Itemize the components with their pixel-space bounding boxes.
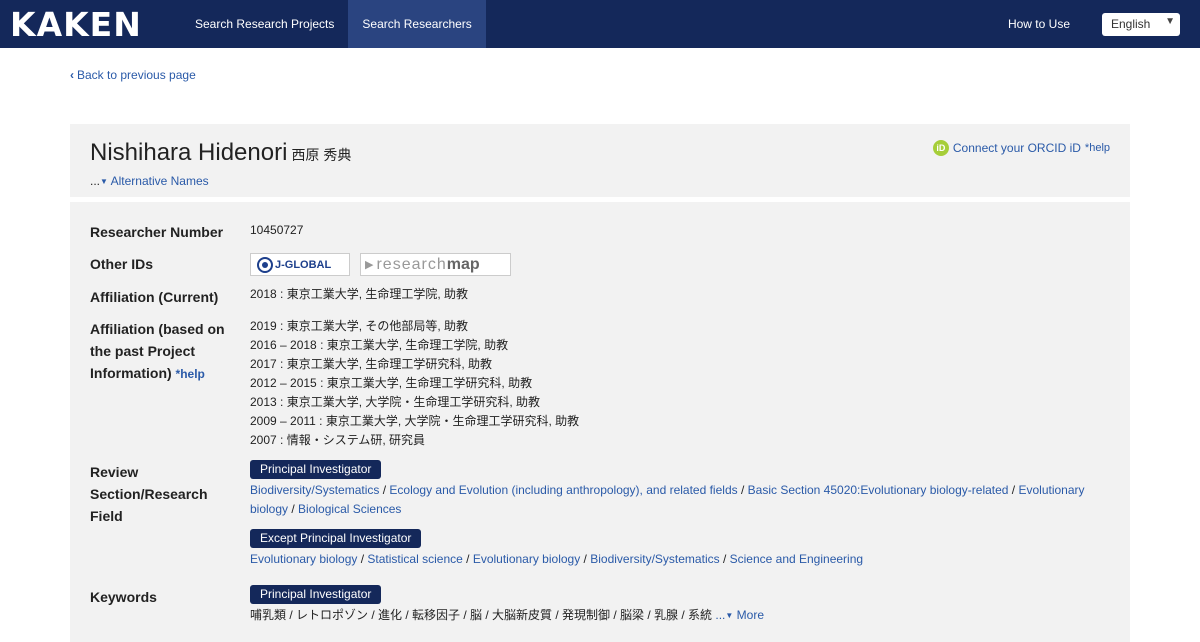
keywords-label: Keywords (90, 589, 157, 605)
researchmap-logo-text-a: research (376, 255, 447, 273)
play-icon: ▶ (365, 259, 375, 271)
chevron-down-icon: ▼ (1165, 15, 1175, 27)
chevron-left-icon: ‹ (70, 68, 74, 82)
affiliation-current-value: 2018 : 東京工業大学, 生命理工学院, 助教 (250, 287, 469, 301)
field-link[interactable]: Basic Section 45020:Evolutionary biology… (748, 483, 1009, 497)
except-pi-field-list: Evolutionary biology / Statistical scien… (250, 552, 864, 566)
keywords-text: 哺乳類 / レトロポゾン / 進化 / 転移因子 / 脳 / 大脳新皮質 / 発… (250, 608, 713, 622)
review-section-value: Principal Investigator Biodiversity/Syst… (250, 460, 1110, 569)
field-link[interactable]: Statistical science (367, 552, 462, 566)
affiliation-item: 2012 – 2015 : 東京工業大学, 生命理工学研究科, 助教 (250, 376, 533, 390)
field-link[interactable]: Biological Sciences (298, 502, 401, 516)
language-select-value: English (1111, 17, 1151, 31)
researcher-number-label: Researcher Number (90, 224, 224, 240)
affiliation-current-label: Affiliation (Current) (90, 289, 219, 305)
nav-right-group: How to Use English ▼ (1008, 12, 1200, 36)
orcid-connect: iD Connect your ORCID iD *help (932, 140, 1110, 156)
review-section-label: Review Section/Research Field (90, 464, 208, 524)
affiliation-item: 2019 : 東京工業大学, その他部局等, 助教 (250, 319, 469, 333)
other-ids-label: Other IDs (90, 256, 154, 272)
researcher-name: Nishihara Hidenori (90, 139, 288, 166)
tab-search-research-projects[interactable]: Search Research Projects (181, 0, 348, 48)
affiliation-past-list: 2019 : 東京工業大学, その他部局等, 助教 2016 – 2018 : … (250, 317, 579, 450)
field-link[interactable]: Evolutionary biology (473, 552, 580, 566)
keywords-value: Principal Investigator 哺乳類 / レトロポゾン / 進化… (250, 585, 764, 626)
orcid-help-link[interactable]: *help (1085, 142, 1110, 154)
researcher-name-block: Nishihara Hidenori 西原 秀典 (90, 139, 351, 167)
field-link[interactable]: Biodiversity/Systematics (590, 552, 719, 566)
more-label: More (736, 608, 764, 622)
back-link-label: Back to previous page (77, 68, 196, 82)
affiliation-help-link[interactable]: *help (176, 367, 205, 381)
language-select[interactable]: English ▼ (1102, 12, 1180, 36)
pi-badge: Principal Investigator (250, 460, 382, 479)
jglobal-logo-text: J-GLOBAL (275, 258, 332, 271)
more-ellipsis: ... (715, 608, 726, 622)
researcher-details-panel: Researcher Number 10450727 Other IDs J-G… (70, 202, 1130, 642)
researcher-header-panel: Nishihara Hidenori 西原 秀典 ...▼ Alternative… (70, 124, 1130, 197)
keywords-pi-badge: Principal Investigator (250, 585, 382, 604)
affiliation-item: 2016 – 2018 : 東京工業大学, 生命理工学院, 助教 (250, 338, 509, 352)
alternative-names-toggle[interactable]: ...▼ Alternative Names (90, 174, 209, 188)
field-link[interactable]: Biodiversity/Systematics (250, 483, 379, 497)
connect-orcid-link[interactable]: Connect your ORCID iD (953, 141, 1081, 155)
affiliation-item: 2013 : 東京工業大学, 大学院・生命理工学研究科, 助教 (250, 395, 541, 409)
affiliation-item: 2007 : 情報・システム研, 研究員 (250, 433, 426, 447)
back-to-previous-page-link[interactable]: ‹ Back to previous page (70, 68, 196, 82)
field-link[interactable]: Science and Engineering (730, 552, 863, 566)
alt-names-label: Alternative Names (110, 174, 209, 188)
keywords-list: 哺乳類 / レトロポゾン / 進化 / 転移因子 / 脳 / 大脳新皮質 / 発… (250, 606, 764, 626)
how-to-use-link[interactable]: How to Use (1008, 17, 1070, 31)
other-ids-logos: J-GLOBAL ▶ research map (250, 253, 511, 276)
alt-names-ellipsis: ... (90, 174, 101, 188)
jglobal-link[interactable]: J-GLOBAL (250, 253, 350, 276)
tab-search-researchers[interactable]: Search Researchers (348, 0, 486, 48)
caret-down-icon: ▼ (725, 611, 734, 620)
orcid-icon: iD (932, 140, 949, 156)
affiliation-item: 2017 : 東京工業大学, 生命理工学研究科, 助教 (250, 357, 493, 371)
researchmap-link[interactable]: ▶ research map (360, 253, 511, 276)
pi-field-list: Biodiversity/Systematics / Ecology and E… (250, 483, 1085, 516)
field-link[interactable]: Ecology and Evolution (including anthrop… (389, 483, 737, 497)
jglobal-logo-icon (257, 256, 273, 273)
kaken-logo[interactable]: KAKEN (0, 5, 181, 44)
researchmap-logo-text-b: map (446, 255, 480, 273)
researcher-number-value: 10450727 (250, 223, 304, 237)
alt-names-link[interactable]: ▼ Alternative Names (100, 174, 209, 188)
researcher-name-japanese: 西原 秀典 (291, 147, 352, 163)
affiliation-past-label: Affiliation (based on the past Project I… (90, 318, 240, 385)
top-navbar: KAKEN Search Research Projects Search Re… (0, 0, 1200, 48)
except-pi-badge: Except Principal Investigator (250, 529, 422, 548)
keywords-more-link[interactable]: ...▼ More (715, 608, 764, 622)
caret-down-icon: ▼ (100, 177, 108, 186)
affiliation-item: 2009 – 2011 : 東京工業大学, 大学院・生命理工学研究科, 助教 (250, 414, 580, 428)
field-link[interactable]: Evolutionary biology (250, 552, 357, 566)
